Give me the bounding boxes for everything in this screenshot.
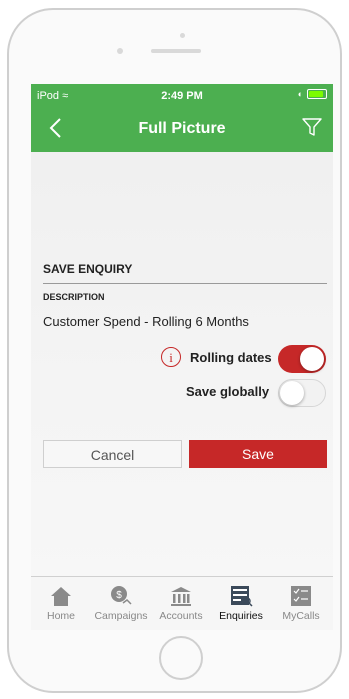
battery-icon — [307, 89, 327, 99]
tab-campaigns[interactable]: $ Campaigns — [91, 577, 151, 630]
rolling-dates-label: Rolling dates — [190, 350, 272, 365]
speaker — [151, 49, 201, 53]
campaigns-icon: $ — [111, 586, 132, 605]
enquiries-icon — [231, 586, 253, 607]
home-icon — [51, 587, 71, 606]
nav-bar: Full Picture — [31, 114, 333, 144]
cancel-button[interactable]: Cancel — [43, 440, 182, 468]
info-icon[interactable]: i — [161, 347, 181, 367]
orientation-lock-icon: ◐ — [297, 89, 303, 99]
checklist-icon — [291, 586, 311, 606]
tab-label: Enquiries — [219, 610, 263, 622]
toggle-knob — [300, 347, 324, 371]
tab-label: Campaigns — [94, 610, 148, 622]
toggle-knob — [280, 381, 304, 405]
filter-icon[interactable] — [301, 116, 323, 138]
content-area: SAVE ENQUIRY DESCRIPTION Customer Spend … — [31, 152, 333, 576]
tab-enquiries[interactable]: Enquiries — [211, 577, 271, 630]
home-button[interactable] — [159, 636, 203, 680]
section-title: SAVE ENQUIRY — [43, 262, 133, 276]
sensor — [180, 33, 185, 38]
app-screen: iPod ≈ 2:49 PM ◐ Full Picture SAVE ENQUI… — [31, 84, 333, 630]
save-button[interactable]: Save — [189, 440, 327, 468]
divider — [43, 283, 327, 284]
tab-label: MyCalls — [282, 610, 320, 622]
status-bar: iPod ≈ 2:49 PM ◐ — [31, 89, 333, 104]
description-field[interactable]: Customer Spend - Rolling 6 Months — [43, 314, 249, 329]
tab-label: Home — [46, 610, 75, 622]
bank-icon — [171, 587, 191, 606]
tab-home[interactable]: Home — [31, 577, 91, 630]
status-right: ◐ — [298, 89, 327, 99]
tab-mycalls[interactable]: MyCalls — [271, 577, 331, 630]
svg-text:$: $ — [116, 590, 122, 601]
description-label: DESCRIPTION — [43, 292, 105, 302]
save-globally-toggle[interactable] — [278, 379, 326, 407]
page-title: Full Picture — [138, 120, 226, 137]
tab-label: Accounts — [159, 610, 203, 622]
rolling-dates-toggle[interactable] — [278, 345, 326, 373]
status-time: 2:49 PM — [161, 90, 203, 102]
tab-bar: Home $ Campaigns Accounts Enquiries MyCa… — [31, 576, 333, 630]
camera — [117, 48, 123, 54]
app-header: iPod ≈ 2:49 PM ◐ Full Picture — [31, 84, 333, 152]
save-globally-label: Save globally — [186, 384, 270, 399]
tab-accounts[interactable]: Accounts — [151, 577, 211, 630]
